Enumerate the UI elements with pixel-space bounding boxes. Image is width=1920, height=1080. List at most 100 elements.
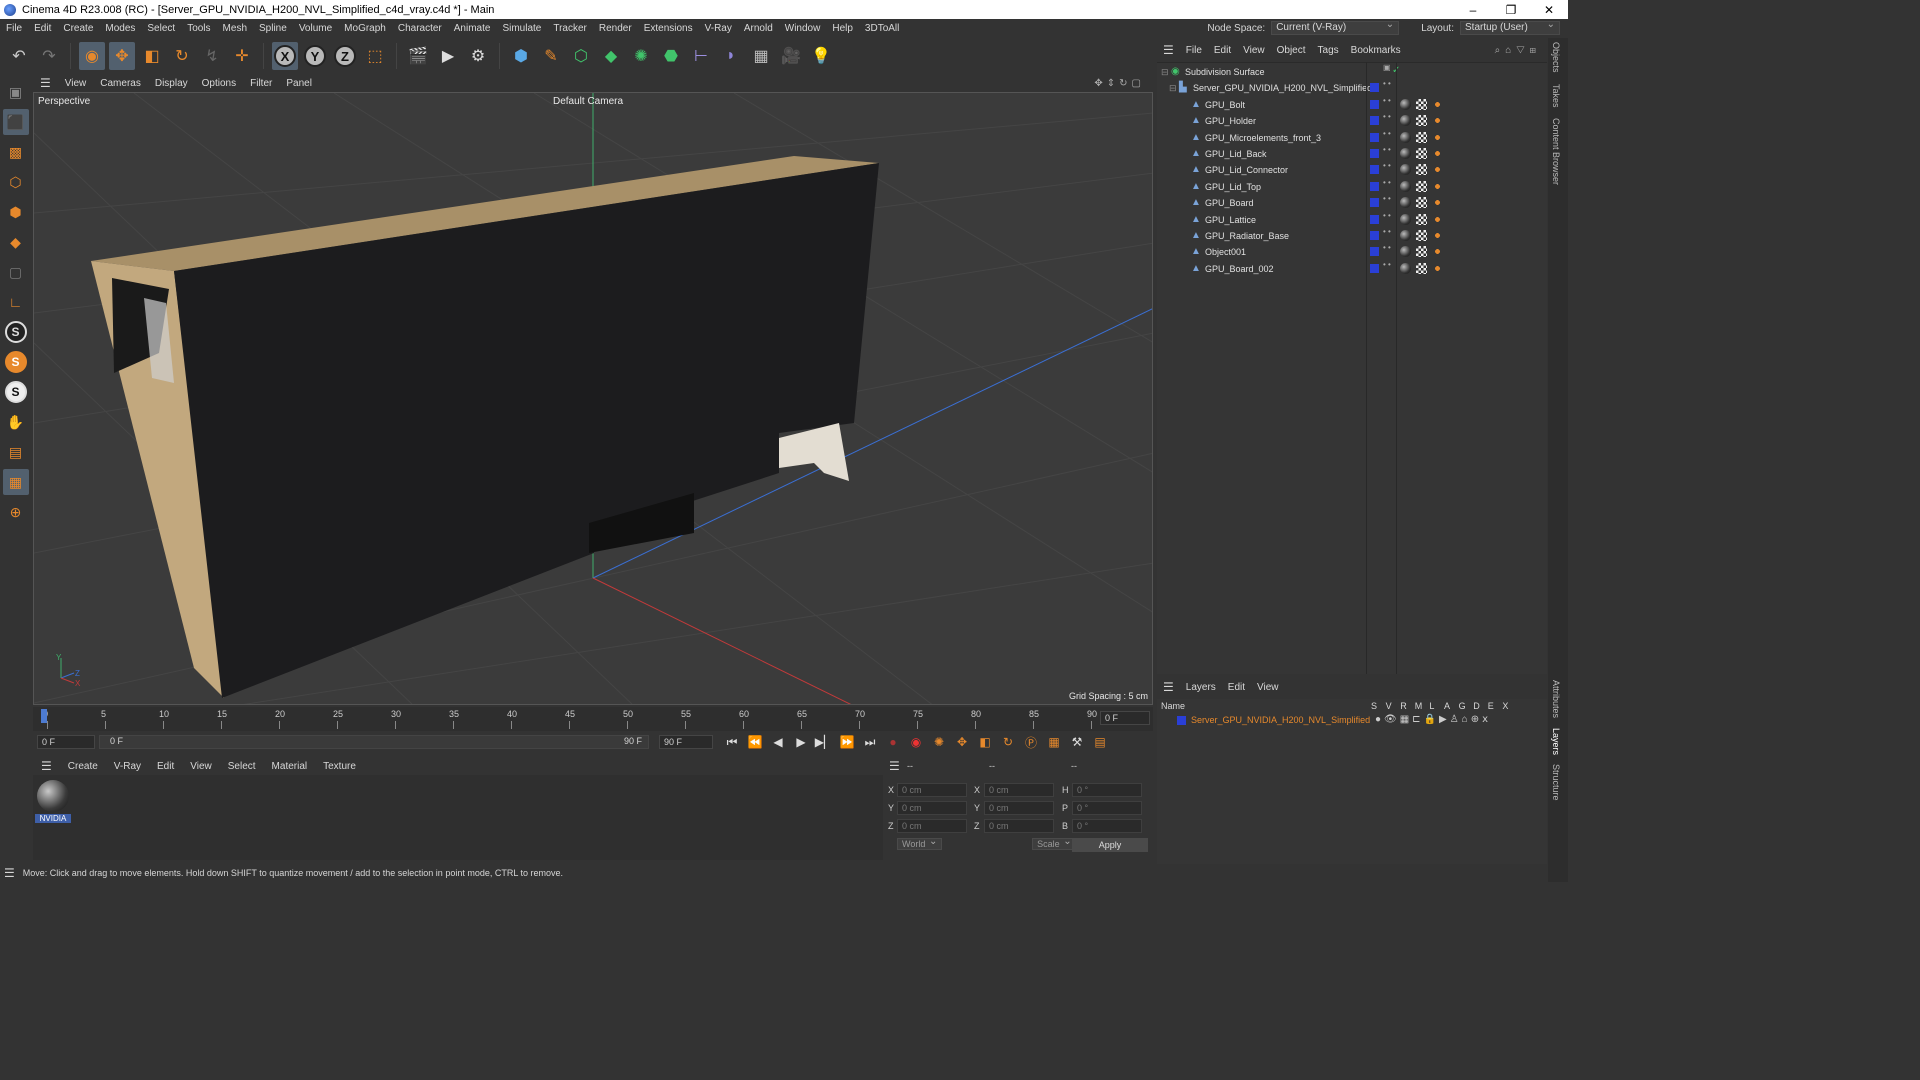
layer-flag-header[interactable]: M: [1415, 701, 1423, 711]
apply-button[interactable]: Apply: [1072, 838, 1148, 852]
layer-flag-header[interactable]: R: [1400, 701, 1407, 711]
phong-tag-icon[interactable]: [1432, 262, 1443, 274]
menu-select[interactable]: Select: [141, 23, 181, 34]
uvw-tag-icon[interactable]: [1416, 180, 1427, 192]
tab-objects[interactable]: Objects: [1551, 42, 1561, 73]
previous-key-icon[interactable]: ⏪: [746, 733, 764, 751]
end-frame-field[interactable]: 90 F: [659, 735, 713, 749]
menu-extensions[interactable]: Extensions: [638, 23, 699, 34]
menu-modes[interactable]: Modes: [99, 23, 141, 34]
visibility-dots-icon[interactable]: • •: [1383, 162, 1393, 173]
menu-animate[interactable]: Animate: [448, 23, 497, 34]
phong-tag-icon[interactable]: [1432, 131, 1443, 143]
material-menu-edit[interactable]: Edit: [149, 761, 182, 772]
visibility-dots-icon[interactable]: • •: [1383, 260, 1393, 272]
rot-b-field[interactable]: 0 °: [1072, 819, 1142, 833]
object-menu-bookmarks[interactable]: Bookmarks: [1345, 45, 1407, 56]
pos-x-field[interactable]: 0 cm: [897, 783, 967, 797]
visibility-dots-icon[interactable]: • •: [1383, 129, 1393, 141]
render-picture-viewer-icon[interactable]: ▶: [435, 42, 461, 70]
uvw-tag-icon[interactable]: [1416, 262, 1427, 274]
rotate-tool-icon[interactable]: ↻: [169, 42, 195, 70]
pos-y-field[interactable]: 0 cm: [897, 801, 967, 815]
layer-color-tag[interactable]: [1370, 198, 1379, 208]
menu-simulate[interactable]: Simulate: [496, 23, 547, 34]
grid-icon[interactable]: ▦: [2, 469, 29, 495]
hamburger-icon[interactable]: ☰: [4, 866, 15, 880]
hamburger-icon[interactable]: ☰: [1157, 680, 1180, 694]
timeline-window-icon[interactable]: ▤: [1091, 733, 1109, 751]
material-menu-view[interactable]: View: [182, 761, 220, 772]
redo-icon[interactable]: ↷: [36, 42, 62, 70]
layer-color-tag[interactable]: [1370, 99, 1379, 109]
object-menu-file[interactable]: File: [1180, 45, 1208, 56]
next-key-icon[interactable]: ⏩: [838, 733, 856, 751]
phong-tag-icon[interactable]: [1432, 180, 1443, 192]
layout-dropdown[interactable]: Startup (User): [1460, 19, 1560, 35]
object-row[interactable]: ▲ GPU_Board • •: [1157, 195, 1547, 211]
layer-flag-header[interactable]: G: [1459, 701, 1466, 711]
hamburger-icon[interactable]: ☰: [33, 759, 60, 773]
live-selection-icon[interactable]: ◉: [79, 42, 105, 70]
object-row[interactable]: ▲ GPU_Lid_Back • •: [1157, 146, 1547, 162]
tab-content-browser[interactable]: Content Browser: [1551, 118, 1561, 185]
autokey-icon[interactable]: ◉: [907, 733, 925, 751]
snap-icon[interactable]: S: [3, 319, 29, 345]
size-y-field[interactable]: 0 cm: [984, 801, 1054, 815]
uvw-tag-icon[interactable]: [1416, 115, 1427, 127]
visibility-dots-icon[interactable]: • •: [1383, 96, 1393, 108]
extrude-generator-icon[interactable]: ◆: [598, 42, 624, 70]
layer-flag-header[interactable]: X: [1502, 701, 1508, 711]
layer-flag-header[interactable]: E: [1488, 701, 1494, 711]
spline-pen-icon[interactable]: ✎: [538, 42, 564, 70]
menu-spline[interactable]: Spline: [253, 23, 293, 34]
material-tag-icon[interactable]: [1400, 131, 1411, 143]
hamburger-icon[interactable]: ☰: [889, 759, 900, 773]
viewport-projection-label[interactable]: Perspective: [38, 96, 90, 107]
rot-h-field[interactable]: 0 °: [1072, 783, 1142, 797]
visibility-dots-icon[interactable]: • •: [1383, 80, 1393, 91]
snap-settings-icon[interactable]: S: [3, 349, 29, 375]
object-row[interactable]: ▲ GPU_Microelements_front_3 • •: [1157, 129, 1547, 146]
uvw-tag-icon[interactable]: [1416, 197, 1427, 209]
undo-icon[interactable]: ↶: [6, 42, 32, 70]
material-tag-icon[interactable]: [1400, 246, 1411, 258]
material-tag-icon[interactable]: [1400, 213, 1411, 225]
material-tag-icon[interactable]: [1400, 180, 1411, 192]
tab-structure[interactable]: Structure: [1551, 764, 1561, 801]
uvw-tag-icon[interactable]: [1416, 230, 1427, 241]
menu-character[interactable]: Character: [392, 23, 448, 34]
size-z-field[interactable]: 0 cm: [984, 819, 1054, 833]
material-tag-icon[interactable]: [1400, 148, 1411, 159]
uvw-tag-icon[interactable]: [1416, 131, 1427, 143]
collapse-toggle-icon[interactable]: ⊟: [1169, 83, 1179, 94]
object-row[interactable]: ▲ GPU_Radiator_Base • •: [1157, 228, 1547, 244]
object-row[interactable]: ▲ GPU_Lattice • •: [1157, 211, 1547, 228]
tab-attributes[interactable]: Attributes: [1551, 680, 1561, 718]
layer-color-tag[interactable]: [1370, 165, 1379, 175]
material-tag-icon[interactable]: [1400, 98, 1411, 110]
go-to-start-icon[interactable]: ⏮: [723, 733, 741, 751]
phong-tag-icon[interactable]: [1432, 197, 1443, 209]
phong-tag-icon[interactable]: [1432, 148, 1443, 159]
range-slider[interactable]: 0 F 90 F: [99, 735, 649, 749]
material-swatch[interactable]: NVIDIA: [35, 778, 71, 828]
layer-menu-layers[interactable]: Layers: [1180, 682, 1222, 693]
pos-z-field[interactable]: 0 cm: [897, 819, 967, 833]
mograph-cloner-icon[interactable]: ✺: [628, 42, 654, 70]
phong-tag-icon[interactable]: [1432, 98, 1443, 110]
object-row[interactable]: ▲ GPU_Lid_Top • •: [1157, 178, 1547, 195]
tab-takes[interactable]: Takes: [1551, 84, 1561, 108]
keyframe-selection-icon[interactable]: ✺: [930, 733, 948, 751]
play-icon[interactable]: ▶: [792, 733, 810, 751]
uvw-tag-icon[interactable]: [1416, 148, 1427, 159]
menu-create[interactable]: Create: [57, 23, 99, 34]
layer-row[interactable]: Server_GPU_NVIDIA_H200_NVL_Simplified ●👁…: [1157, 713, 1547, 729]
material-tag-icon[interactable]: [1400, 164, 1411, 176]
hamburger-icon[interactable]: ☰: [1157, 43, 1180, 57]
visibility-dots-icon[interactable]: • •: [1383, 113, 1393, 124]
uv-mode-icon[interactable]: ▢: [3, 259, 29, 285]
layer-color-tag[interactable]: [1370, 132, 1379, 142]
close-button[interactable]: ✕: [1530, 3, 1568, 17]
y-axis-lock-icon[interactable]: Y: [302, 42, 328, 70]
